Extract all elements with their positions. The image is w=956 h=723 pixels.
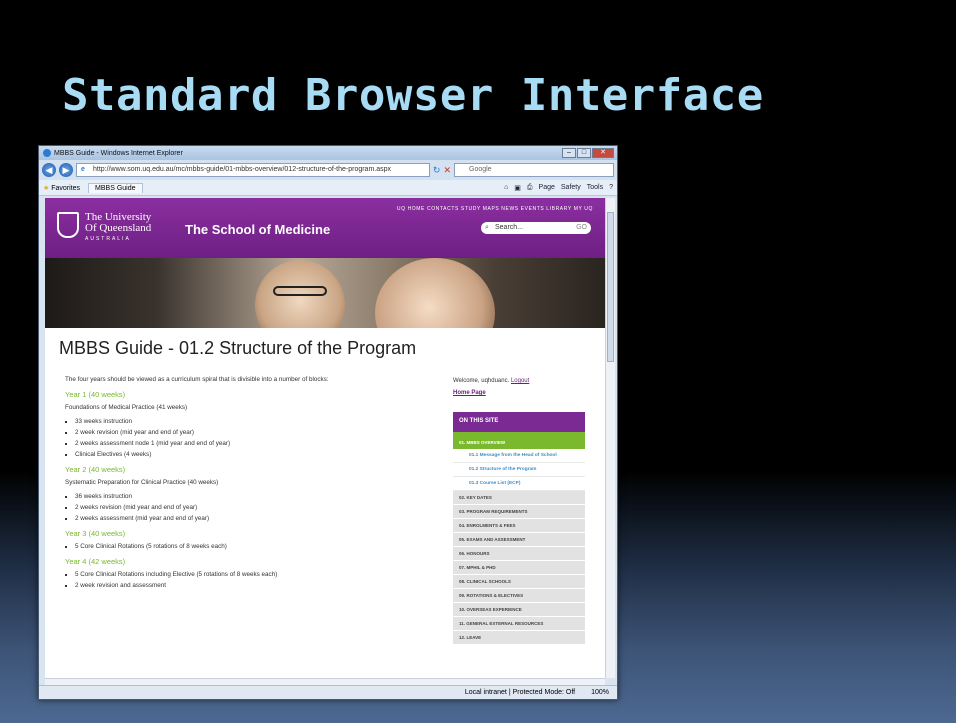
forward-button[interactable]: ▶ — [59, 163, 73, 177]
welcome-line: Welcome, uqhduanc. Logout — [453, 378, 585, 384]
favorites-button[interactable]: ★ Favorites — [43, 184, 80, 192]
uni-subtitle: AUSTRALIA — [85, 236, 131, 242]
site-top-nav[interactable]: UQ HOME CONTACTS STUDY MAPS NEWS EVENTS … — [397, 206, 593, 212]
safety-menu[interactable]: Safety — [561, 184, 581, 192]
back-button[interactable]: ◀ — [42, 163, 56, 177]
browser-search-input[interactable]: Google — [454, 163, 614, 177]
scroll-thumb[interactable] — [607, 212, 614, 362]
stop-icon[interactable]: ✕ — [443, 165, 451, 176]
site-nav-item[interactable]: 05. EXAMS AND ASSESSMENT — [453, 533, 585, 547]
security-zone[interactable]: Local intranet | Protected Mode: Off — [465, 689, 575, 696]
year-items: 33 weeks instruction 2 week revision (mid… — [75, 418, 435, 458]
site-nav-item[interactable]: 12. LEAVE — [453, 631, 585, 645]
site-nav-item[interactable]: 11. GENERAL EXTERNAL RESOURCES — [453, 617, 585, 631]
year-heading: Year 1 (40 weeks) — [65, 390, 126, 399]
on-this-site-heading: ON THIS SITE — [453, 412, 585, 436]
nav-item-active[interactable]: 01. MBBS OVERVIEW — [453, 436, 585, 449]
home-icon[interactable]: ⌂ — [504, 184, 508, 192]
site-nav-item[interactable]: 06. HONOURS — [453, 547, 585, 561]
zoom-level[interactable]: 100% — [591, 689, 609, 696]
uni-logo-text[interactable]: The University Of Queensland — [85, 212, 151, 234]
search-icon: ⌕ — [485, 224, 489, 231]
hero-banner-image — [45, 258, 605, 328]
years-list: Year 1 (40 weeks) Foundations of Medical … — [65, 390, 435, 589]
sub-nav: 01.1 Message from the Head of School 01.2… — [453, 449, 585, 491]
year-heading: Year 3 (40 weeks) — [65, 529, 126, 538]
school-name[interactable]: The School of Medicine — [185, 222, 330, 237]
list-item: 33 weeks instruction — [75, 418, 435, 425]
list-item: 5 Core Clinical Rotations (5 rotations o… — [75, 543, 435, 550]
status-bar: Local intranet | Protected Mode: Off 100… — [39, 685, 617, 699]
refresh-icon[interactable]: ↻ — [433, 165, 441, 176]
uni-line-2: Of Queensland — [85, 222, 152, 234]
address-bar[interactable]: http://www.som.uq.edu.au/mc/mbbs-guide/0… — [76, 163, 430, 177]
site-nav-item[interactable]: 07. MPHIL & PHD — [453, 561, 585, 575]
window-controls: – □ ✕ — [562, 148, 614, 158]
minimize-button[interactable]: – — [562, 148, 576, 158]
year-items: 5 Core Clinical Rotations (5 rotations o… — [75, 543, 435, 550]
help-icon[interactable]: ? — [609, 184, 613, 192]
year-heading: Year 2 (40 weeks) — [65, 465, 126, 474]
logout-link[interactable]: Logout — [511, 378, 529, 384]
sub-nav-item[interactable]: 01.2 Structure of the Program — [453, 463, 585, 477]
sub-nav-item[interactable]: 01.3 Course List (ECP) — [453, 477, 585, 491]
glasses-shape — [273, 286, 327, 296]
page-title: MBBS Guide - 01.2 Structure of the Progr… — [59, 338, 417, 358]
year-items: 36 weeks instruction 2 weeks revision (mi… — [75, 493, 435, 522]
main-content: The four years should be viewed as a cur… — [65, 376, 435, 595]
vertical-scrollbar[interactable] — [605, 198, 615, 678]
feeds-icon[interactable]: ▣ — [514, 184, 521, 192]
year-description: Systematic Preparation for Clinical Prac… — [65, 479, 219, 486]
window-title: MBBS Guide - Windows Internet Explorer — [54, 149, 183, 157]
site-search-input[interactable]: ⌕ Search... GO — [481, 222, 591, 234]
site-nav-item[interactable]: 09. ROTATIONS & ELECTIVES — [453, 589, 585, 603]
site-header: The University Of Queensland AUSTRALIA T… — [45, 198, 605, 258]
close-button[interactable]: ✕ — [592, 148, 614, 158]
uq-crest-icon — [57, 212, 79, 238]
site-nav-item[interactable]: 02. KEY DATES — [453, 491, 585, 505]
list-item: 2 weeks assessment (mid year and end of … — [75, 515, 435, 522]
year-items: 5 Core Clinical Rotations including Elec… — [75, 571, 435, 589]
address-row: ◀ ▶ http://www.som.uq.edu.au/mc/mbbs-gui… — [39, 160, 617, 180]
browser-window: MBBS Guide - Windows Internet Explorer –… — [38, 145, 618, 700]
list-item: Clinical Electives (4 weeks) — [75, 451, 435, 458]
sidebar: Welcome, uqhduanc. Logout Home Page ON T… — [453, 378, 585, 645]
intro-text: The four years should be viewed as a cur… — [65, 376, 329, 383]
favorites-bar: ★ Favorites MBBS Guide ⌂ ▣ ⎙ Page Safety… — [39, 180, 617, 196]
site-nav-item[interactable]: 04. ENROLMENTS & FEES — [453, 519, 585, 533]
command-bar: ⌂ ▣ ⎙ Page Safety Tools ? — [504, 184, 613, 192]
page-viewport: The University Of Queensland AUSTRALIA T… — [45, 198, 605, 678]
print-icon[interactable]: ⎙ — [527, 184, 533, 192]
slide-title: Standard Browser Interface — [62, 70, 764, 121]
site-search-placeholder: Search... — [495, 224, 524, 231]
year-heading: Year 4 (42 weeks) — [65, 557, 126, 566]
year-description: Foundations of Medical Practice (41 week… — [65, 404, 188, 411]
site-nav-item[interactable]: 03. PROGRAM REQUIREMENTS — [453, 505, 585, 519]
home-page-link[interactable]: Home Page — [453, 390, 585, 396]
page-menu[interactable]: Page — [539, 184, 555, 192]
welcome-text: Welcome, uqhduanc. — [453, 378, 510, 384]
maximize-button[interactable]: □ — [577, 148, 591, 158]
list-item: 2 week revision and assessment — [75, 582, 435, 589]
list-item: 2 week revision (mid year and end of yea… — [75, 429, 435, 436]
title-bar: MBBS Guide - Windows Internet Explorer –… — [39, 146, 617, 160]
star-icon: ★ — [43, 184, 50, 192]
list-item: 2 weeks assessment node 1 (mid year and … — [75, 440, 435, 447]
ie-icon — [43, 149, 51, 157]
favorites-label: Favorites — [51, 184, 81, 192]
site-nav-item[interactable]: 08. CLINICAL SCHOOLS — [453, 575, 585, 589]
sub-nav-item[interactable]: 01.1 Message from the Head of School — [453, 449, 585, 463]
tools-menu[interactable]: Tools — [587, 184, 603, 192]
site-nav: 02. KEY DATES 03. PROGRAM REQUIREMENTS 04.… — [453, 491, 585, 645]
list-item: 2 weeks revision (mid year and end of ye… — [75, 504, 435, 511]
site-search-go-button[interactable]: GO — [576, 222, 587, 234]
list-item: 36 weeks instruction — [75, 493, 435, 500]
browser-tab[interactable]: MBBS Guide — [88, 182, 143, 193]
site-nav-item[interactable]: 10. OVERSEAS EXPERIENCE — [453, 603, 585, 617]
student-photo-2 — [375, 258, 495, 328]
list-item: 5 Core Clinical Rotations including Elec… — [75, 571, 435, 578]
